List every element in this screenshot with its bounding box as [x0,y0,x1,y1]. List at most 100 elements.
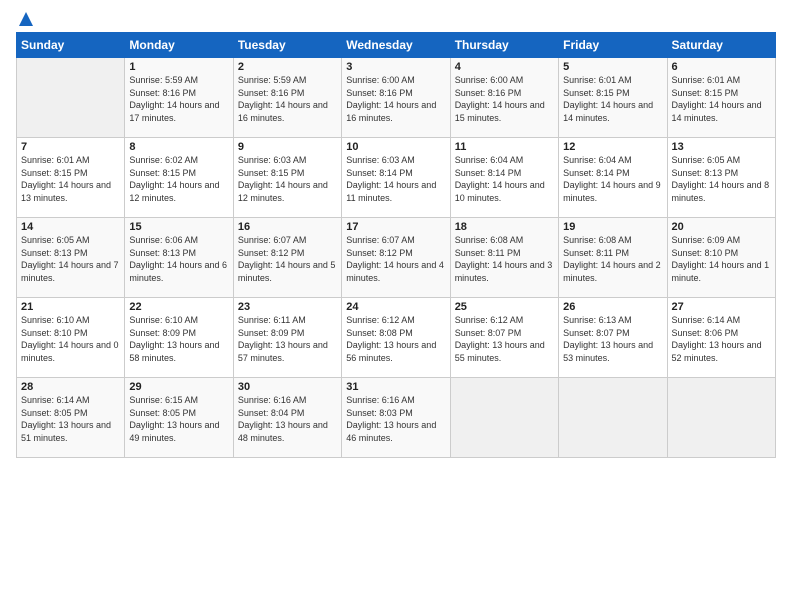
col-sunday: Sunday [17,33,125,58]
day-number: 15 [129,221,228,233]
calendar-week-3: 21 Sunrise: 6:10 AMSunset: 8:10 PMDaylig… [17,298,776,378]
day-number: 9 [238,141,337,153]
calendar-cell: 17 Sunrise: 6:07 AMSunset: 8:12 PMDaylig… [342,218,450,298]
calendar-cell: 24 Sunrise: 6:12 AMSunset: 8:08 PMDaylig… [342,298,450,378]
calendar-cell [667,378,775,458]
day-info: Sunrise: 6:01 AMSunset: 8:15 PMDaylight:… [672,74,771,124]
day-info: Sunrise: 6:06 AMSunset: 8:13 PMDaylight:… [129,234,228,284]
logo [16,10,36,28]
day-number: 20 [672,221,771,233]
main-container: Sunday Monday Tuesday Wednesday Thursday… [0,0,792,466]
calendar-cell: 16 Sunrise: 6:07 AMSunset: 8:12 PMDaylig… [233,218,341,298]
day-number: 1 [129,61,228,73]
day-info: Sunrise: 6:04 AMSunset: 8:14 PMDaylight:… [563,154,662,204]
day-info: Sunrise: 6:10 AMSunset: 8:10 PMDaylight:… [21,314,120,364]
day-info: Sunrise: 6:16 AMSunset: 8:03 PMDaylight:… [346,394,445,444]
day-number: 6 [672,61,771,73]
day-number: 28 [21,381,120,393]
calendar-cell: 23 Sunrise: 6:11 AMSunset: 8:09 PMDaylig… [233,298,341,378]
calendar-cell [17,58,125,138]
day-number: 2 [238,61,337,73]
day-number: 30 [238,381,337,393]
day-number: 25 [455,301,554,313]
calendar-cell [559,378,667,458]
calendar-cell: 2 Sunrise: 5:59 AMSunset: 8:16 PMDayligh… [233,58,341,138]
col-tuesday: Tuesday [233,33,341,58]
calendar-cell: 30 Sunrise: 6:16 AMSunset: 8:04 PMDaylig… [233,378,341,458]
day-number: 14 [21,221,120,233]
day-info: Sunrise: 6:08 AMSunset: 8:11 PMDaylight:… [563,234,662,284]
calendar-cell: 3 Sunrise: 6:00 AMSunset: 8:16 PMDayligh… [342,58,450,138]
day-number: 10 [346,141,445,153]
calendar-cell: 1 Sunrise: 5:59 AMSunset: 8:16 PMDayligh… [125,58,233,138]
day-number: 8 [129,141,228,153]
day-info: Sunrise: 6:07 AMSunset: 8:12 PMDaylight:… [238,234,337,284]
day-info: Sunrise: 6:15 AMSunset: 8:05 PMDaylight:… [129,394,228,444]
day-number: 26 [563,301,662,313]
calendar-cell: 13 Sunrise: 6:05 AMSunset: 8:13 PMDaylig… [667,138,775,218]
day-info: Sunrise: 6:08 AMSunset: 8:11 PMDaylight:… [455,234,554,284]
day-info: Sunrise: 6:14 AMSunset: 8:05 PMDaylight:… [21,394,120,444]
calendar-cell: 9 Sunrise: 6:03 AMSunset: 8:15 PMDayligh… [233,138,341,218]
calendar-cell: 6 Sunrise: 6:01 AMSunset: 8:15 PMDayligh… [667,58,775,138]
day-number: 16 [238,221,337,233]
day-number: 17 [346,221,445,233]
day-number: 19 [563,221,662,233]
day-info: Sunrise: 6:00 AMSunset: 8:16 PMDaylight:… [346,74,445,124]
day-info: Sunrise: 6:00 AMSunset: 8:16 PMDaylight:… [455,74,554,124]
day-number: 21 [21,301,120,313]
calendar-cell: 28 Sunrise: 6:14 AMSunset: 8:05 PMDaylig… [17,378,125,458]
calendar-cell: 5 Sunrise: 6:01 AMSunset: 8:15 PMDayligh… [559,58,667,138]
day-info: Sunrise: 6:03 AMSunset: 8:14 PMDaylight:… [346,154,445,204]
day-number: 11 [455,141,554,153]
calendar-cell: 20 Sunrise: 6:09 AMSunset: 8:10 PMDaylig… [667,218,775,298]
day-number: 24 [346,301,445,313]
day-info: Sunrise: 5:59 AMSunset: 8:16 PMDaylight:… [238,74,337,124]
day-number: 31 [346,381,445,393]
calendar-cell: 22 Sunrise: 6:10 AMSunset: 8:09 PMDaylig… [125,298,233,378]
calendar-week-2: 14 Sunrise: 6:05 AMSunset: 8:13 PMDaylig… [17,218,776,298]
calendar-cell: 21 Sunrise: 6:10 AMSunset: 8:10 PMDaylig… [17,298,125,378]
calendar-cell: 29 Sunrise: 6:15 AMSunset: 8:05 PMDaylig… [125,378,233,458]
day-info: Sunrise: 6:07 AMSunset: 8:12 PMDaylight:… [346,234,445,284]
calendar-table: Sunday Monday Tuesday Wednesday Thursday… [16,32,776,458]
day-number: 12 [563,141,662,153]
calendar-cell [450,378,558,458]
logo-icon [17,10,35,28]
col-thursday: Thursday [450,33,558,58]
calendar-cell: 18 Sunrise: 6:08 AMSunset: 8:11 PMDaylig… [450,218,558,298]
day-info: Sunrise: 5:59 AMSunset: 8:16 PMDaylight:… [129,74,228,124]
header-row: Sunday Monday Tuesday Wednesday Thursday… [17,33,776,58]
day-number: 13 [672,141,771,153]
day-info: Sunrise: 6:13 AMSunset: 8:07 PMDaylight:… [563,314,662,364]
day-info: Sunrise: 6:12 AMSunset: 8:07 PMDaylight:… [455,314,554,364]
header [16,10,776,28]
day-info: Sunrise: 6:02 AMSunset: 8:15 PMDaylight:… [129,154,228,204]
day-number: 22 [129,301,228,313]
calendar-cell: 8 Sunrise: 6:02 AMSunset: 8:15 PMDayligh… [125,138,233,218]
day-number: 3 [346,61,445,73]
col-saturday: Saturday [667,33,775,58]
day-info: Sunrise: 6:12 AMSunset: 8:08 PMDaylight:… [346,314,445,364]
calendar-cell: 19 Sunrise: 6:08 AMSunset: 8:11 PMDaylig… [559,218,667,298]
calendar-cell: 14 Sunrise: 6:05 AMSunset: 8:13 PMDaylig… [17,218,125,298]
calendar-cell: 31 Sunrise: 6:16 AMSunset: 8:03 PMDaylig… [342,378,450,458]
day-info: Sunrise: 6:14 AMSunset: 8:06 PMDaylight:… [672,314,771,364]
calendar-cell: 26 Sunrise: 6:13 AMSunset: 8:07 PMDaylig… [559,298,667,378]
day-number: 7 [21,141,120,153]
calendar-cell: 27 Sunrise: 6:14 AMSunset: 8:06 PMDaylig… [667,298,775,378]
day-number: 27 [672,301,771,313]
day-info: Sunrise: 6:04 AMSunset: 8:14 PMDaylight:… [455,154,554,204]
col-monday: Monday [125,33,233,58]
calendar-cell: 15 Sunrise: 6:06 AMSunset: 8:13 PMDaylig… [125,218,233,298]
day-number: 23 [238,301,337,313]
day-info: Sunrise: 6:01 AMSunset: 8:15 PMDaylight:… [21,154,120,204]
day-info: Sunrise: 6:03 AMSunset: 8:15 PMDaylight:… [238,154,337,204]
calendar-cell: 11 Sunrise: 6:04 AMSunset: 8:14 PMDaylig… [450,138,558,218]
calendar-cell: 10 Sunrise: 6:03 AMSunset: 8:14 PMDaylig… [342,138,450,218]
day-info: Sunrise: 6:01 AMSunset: 8:15 PMDaylight:… [563,74,662,124]
day-number: 18 [455,221,554,233]
day-info: Sunrise: 6:05 AMSunset: 8:13 PMDaylight:… [21,234,120,284]
calendar-cell: 4 Sunrise: 6:00 AMSunset: 8:16 PMDayligh… [450,58,558,138]
col-wednesday: Wednesday [342,33,450,58]
